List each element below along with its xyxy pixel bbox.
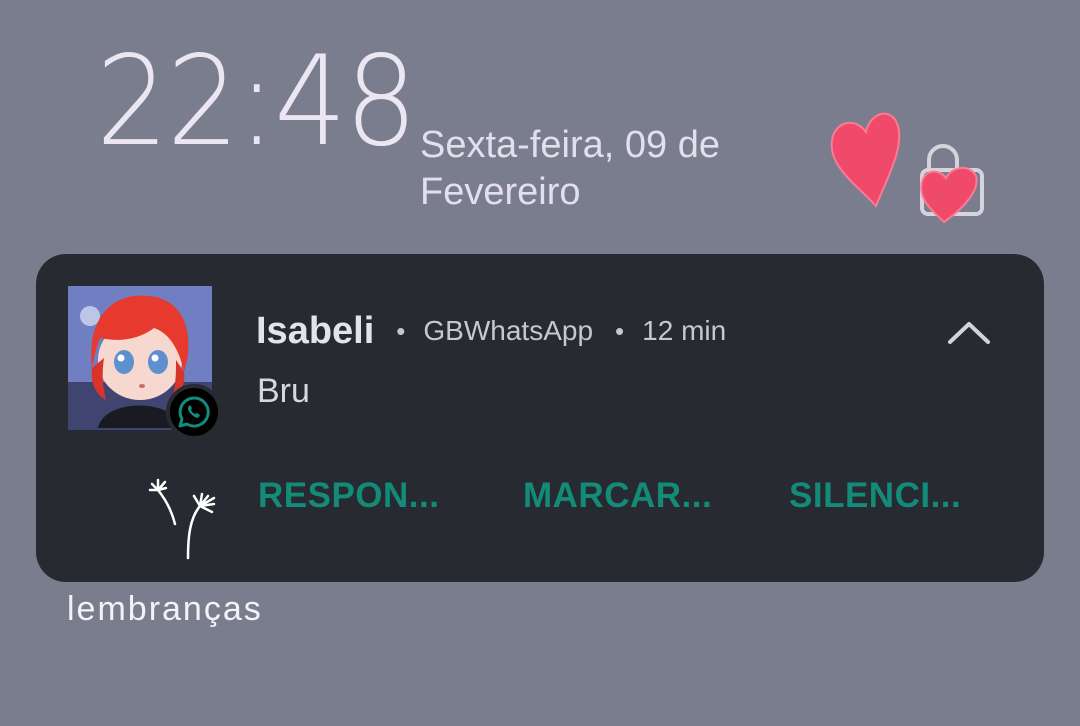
notification-message: Bru (257, 372, 310, 410)
notification-time: 12 min (642, 315, 727, 346)
collapse-button[interactable] (944, 314, 994, 350)
notification-card[interactable]: Isabeli • GBWhatsApp • 12 min Bru RESPON… (36, 254, 1044, 582)
notification-header: Isabeli • GBWhatsApp • 12 min (256, 306, 726, 356)
hearts-decoration (830, 112, 984, 224)
notification-actions: RESPON... MARCAR... SILENCI... (36, 476, 1044, 526)
mute-action-button[interactable]: SILENCI... (789, 476, 961, 516)
mark-read-action-button[interactable]: MARCAR... (523, 476, 712, 516)
caption-text: lembranças (67, 590, 263, 628)
lockscreen-clock: 22:48 (96, 30, 417, 174)
whatsapp-badge (166, 384, 222, 440)
whatsapp-icon (178, 396, 210, 428)
chevron-up-icon (948, 322, 990, 344)
reply-action-button[interactable]: RESPON... (258, 476, 439, 516)
separator-dot: • (615, 315, 625, 346)
sender-name: Isabeli (256, 309, 375, 352)
lockscreen-date: Sexta-feira, 09 de Fevereiro (420, 124, 720, 213)
app-name: GBWhatsApp (423, 315, 594, 346)
separator-dot: • (396, 315, 406, 346)
heart-icon (830, 112, 901, 208)
